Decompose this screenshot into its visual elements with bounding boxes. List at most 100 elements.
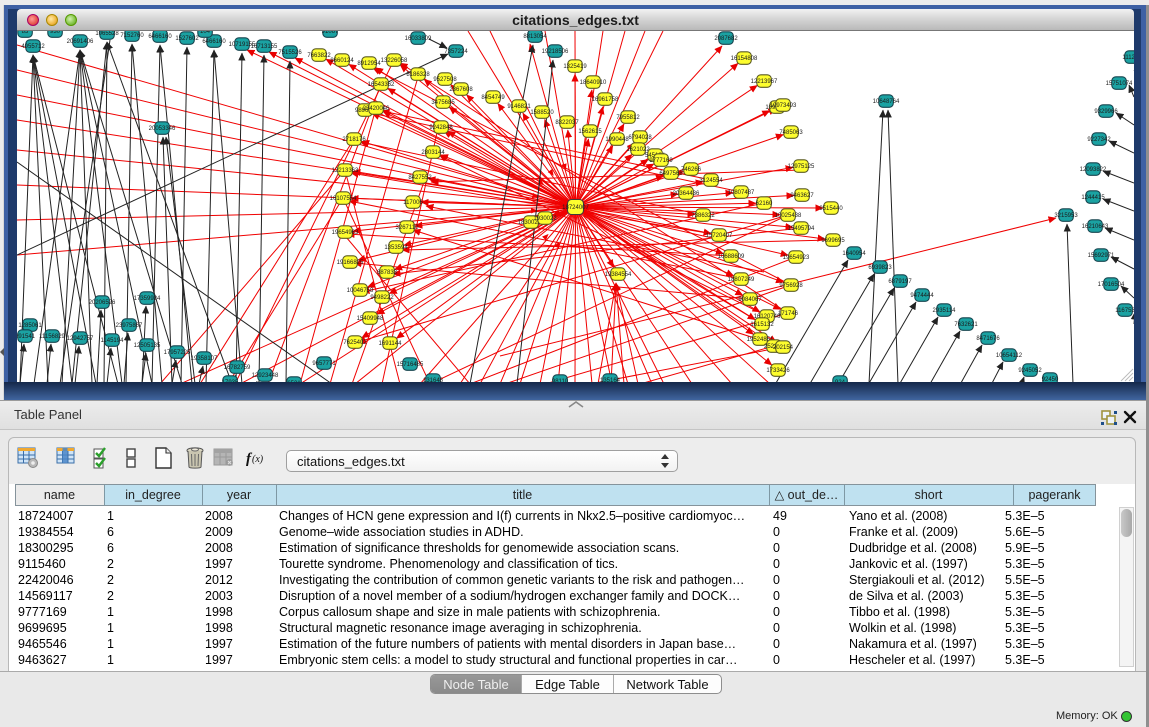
svg-text:8322037: 8322037 xyxy=(555,120,579,126)
svg-text:7663822: 7663822 xyxy=(307,53,331,59)
svg-text:11156829: 11156829 xyxy=(39,334,65,340)
svg-text:10648764: 10648764 xyxy=(873,99,900,105)
svg-text:23420046: 23420046 xyxy=(363,106,390,112)
svg-text:1244415: 1244415 xyxy=(1081,195,1105,201)
svg-text:1990448: 1990448 xyxy=(605,137,629,143)
svg-text:1588520: 1588520 xyxy=(530,110,554,116)
svg-text:20691406: 20691406 xyxy=(67,39,94,45)
svg-text:9699695: 9699695 xyxy=(821,238,845,244)
svg-text:12975125: 12975125 xyxy=(788,164,815,170)
svg-text:19358107: 19358107 xyxy=(191,356,218,362)
svg-text:12942757: 12942757 xyxy=(67,336,94,342)
svg-text:202154: 202154 xyxy=(773,345,794,351)
svg-text:20053346: 20053346 xyxy=(149,126,176,132)
svg-text:13226058: 13226058 xyxy=(381,58,408,64)
svg-text:131648: 131648 xyxy=(423,378,444,382)
svg-text:9146821: 9146821 xyxy=(507,104,531,110)
svg-text:16154808: 16154808 xyxy=(731,56,758,62)
svg-text:7485063: 7485063 xyxy=(779,130,803,136)
svg-text:16033809: 16033809 xyxy=(405,36,432,42)
svg-text:9657771: 9657771 xyxy=(312,361,336,367)
svg-text:20364436: 20364436 xyxy=(673,191,700,197)
svg-text:17935: 17935 xyxy=(222,380,239,382)
svg-text:2935114: 2935114 xyxy=(933,308,957,314)
svg-text:1325419: 1325419 xyxy=(563,64,587,70)
svg-text:17016504: 17016504 xyxy=(1098,282,1125,288)
svg-text:15409948: 15409948 xyxy=(357,316,384,322)
svg-text:91067: 91067 xyxy=(322,31,339,35)
svg-text:83: 83 xyxy=(22,31,29,35)
svg-text:1640954: 1640954 xyxy=(842,251,866,257)
svg-text:9515440: 9515440 xyxy=(819,206,843,212)
svg-text:15720407: 15720407 xyxy=(706,233,733,239)
svg-text:9245052: 9245052 xyxy=(1018,368,1042,374)
svg-text:1285061: 1285061 xyxy=(18,323,42,329)
svg-text:3267110: 3267110 xyxy=(396,225,420,231)
svg-text:6466160: 6466160 xyxy=(202,39,226,45)
svg-text:10807487: 10807487 xyxy=(728,190,755,196)
svg-text:15751074: 15751074 xyxy=(1106,81,1133,87)
svg-text:111234: 111234 xyxy=(1122,55,1134,61)
svg-text:15716485: 15716485 xyxy=(397,362,424,368)
svg-text:19654923: 19654923 xyxy=(783,255,810,261)
svg-text:1930022: 1930022 xyxy=(533,216,557,222)
svg-text:1065528: 1065528 xyxy=(95,31,119,37)
svg-text:9474444: 9474444 xyxy=(910,293,934,299)
svg-text:1615132: 1615132 xyxy=(750,322,774,328)
svg-text:2803144: 2803144 xyxy=(421,150,445,156)
svg-text:7357224: 7357224 xyxy=(444,49,468,55)
svg-text:117006: 117006 xyxy=(403,200,423,206)
svg-text:9527508: 9527508 xyxy=(433,77,457,83)
svg-text:9329966: 9329966 xyxy=(1094,109,1118,115)
svg-text:2087682: 2087682 xyxy=(714,36,738,42)
svg-text:12213363: 12213363 xyxy=(332,168,359,174)
svg-text:1527602: 1527602 xyxy=(175,36,199,42)
svg-text:104: 104 xyxy=(200,31,211,35)
svg-text:116753: 116753 xyxy=(1115,308,1134,314)
svg-text:7625402: 7625402 xyxy=(343,340,367,346)
svg-text:887833: 887833 xyxy=(377,270,398,276)
svg-text:6497568: 6497568 xyxy=(659,171,683,177)
svg-text:15692971: 15692971 xyxy=(1088,253,1115,259)
svg-text:10025438: 10025438 xyxy=(775,213,802,219)
svg-text:9242848: 9242848 xyxy=(429,125,453,131)
svg-text:8813054: 8813054 xyxy=(523,34,547,40)
svg-text:17957225: 17957225 xyxy=(164,350,191,356)
svg-text:9756928: 9756928 xyxy=(779,283,803,289)
svg-text:(x): (x) xyxy=(252,454,264,465)
svg-text:10973493: 10973493 xyxy=(770,103,797,109)
svg-text:924: 924 xyxy=(835,380,846,382)
svg-text:16543362: 16543362 xyxy=(368,82,395,88)
svg-text:6794028: 6794028 xyxy=(628,135,652,141)
svg-text:6466160: 6466160 xyxy=(148,34,172,40)
svg-text:8186328: 8186328 xyxy=(406,72,430,78)
svg-text:9227342: 9227342 xyxy=(1087,137,1111,143)
svg-text:6879197: 6879197 xyxy=(888,279,912,285)
svg-text:2718176: 2718176 xyxy=(342,137,366,143)
svg-text:6521: 6521 xyxy=(287,381,301,382)
svg-text:19166825: 19166825 xyxy=(337,260,364,266)
svg-text:9084067: 9084067 xyxy=(738,297,762,303)
svg-text:12505135: 12505135 xyxy=(134,343,161,349)
svg-text:9777169: 9777169 xyxy=(649,158,673,164)
svg-text:9463627: 9463627 xyxy=(790,193,814,199)
svg-text:8912954: 8912954 xyxy=(357,61,381,67)
svg-text:19654963: 19654963 xyxy=(332,230,359,236)
svg-text:10654112: 10654112 xyxy=(996,353,1023,359)
svg-text:8454749: 8454749 xyxy=(481,95,505,101)
svg-text:16107554: 16107554 xyxy=(330,196,357,202)
svg-text:98110: 98110 xyxy=(552,379,569,382)
svg-text:135164: 135164 xyxy=(600,378,621,382)
svg-text:9498222: 9498222 xyxy=(370,295,394,301)
svg-text:746266: 746266 xyxy=(681,167,702,173)
svg-text:12093822: 12093822 xyxy=(1080,167,1107,173)
svg-text:3475685: 3475685 xyxy=(431,100,455,106)
svg-text:930: 930 xyxy=(50,31,61,35)
svg-text:92450: 92450 xyxy=(1042,377,1059,382)
svg-text:19384554: 19384554 xyxy=(605,272,632,278)
svg-text:16713155: 16713155 xyxy=(251,44,278,50)
svg-text:7515526: 7515526 xyxy=(278,50,302,56)
svg-text:15495794: 15495794 xyxy=(788,226,815,232)
svg-text:6939823: 6939823 xyxy=(868,265,892,271)
svg-text:19218506: 19218506 xyxy=(542,49,569,55)
